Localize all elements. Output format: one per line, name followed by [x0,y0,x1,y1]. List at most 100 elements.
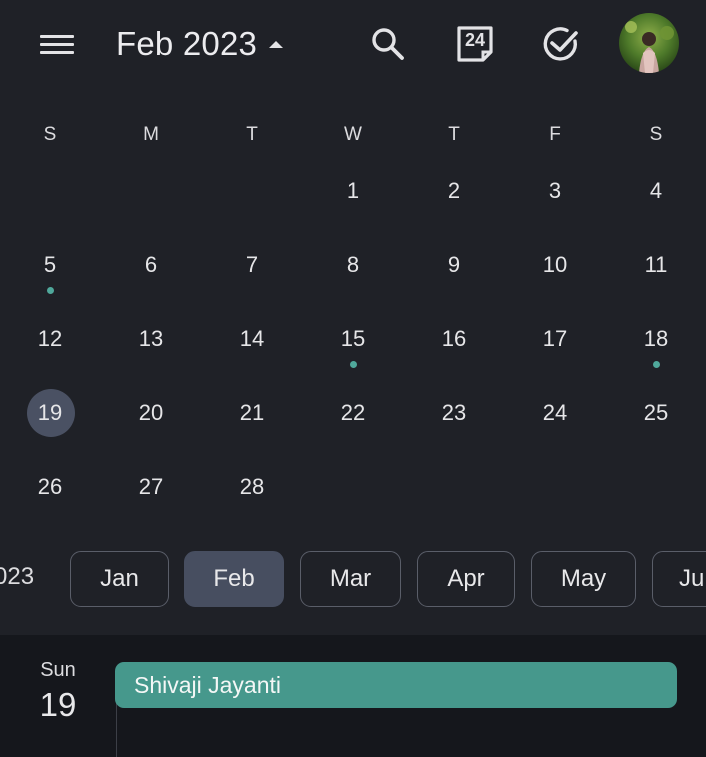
day-number: 2 [447,178,461,203]
day-number: 4 [649,178,663,203]
day-cell[interactable]: 24 [525,377,585,437]
day-cell[interactable]: 18 [626,303,686,368]
weekday-label: S [43,124,57,145]
day-cell[interactable]: 1 [323,155,383,215]
day-number: 8 [346,252,360,277]
day-number: 23 [441,400,467,425]
hamburger-menu-icon [40,35,74,38]
hamburger-menu-icon-line [40,43,74,46]
day-cell[interactable]: 10 [525,229,585,289]
day-number: 9 [447,252,461,277]
weekday-label: S [649,124,663,145]
day-number: 26 [37,474,63,499]
day-number: 27 [138,474,164,499]
day-number: 7 [245,252,259,277]
weekday-label: M [143,124,159,145]
month-chip-may[interactable]: May [531,551,636,607]
day-cell[interactable]: 5 [20,229,80,294]
day-cell[interactable]: 21 [222,377,282,437]
day-cell[interactable]: 4 [626,155,686,215]
top-app-bar: Feb 2023 24 [0,0,706,88]
day-number: 14 [239,326,265,351]
hamburger-menu-icon-line [40,51,74,54]
day-cell[interactable]: 16 [424,303,484,363]
day-cell[interactable]: 22 [323,377,383,437]
agenda-day-number: 19 [39,686,77,723]
month-chip-mar[interactable]: Mar [300,551,401,607]
month-chip-label: Apr [447,565,485,592]
day-cell[interactable]: 2 [424,155,484,215]
day-cell[interactable]: 15 [323,303,383,368]
caret-up-icon [269,40,284,48]
weekday-header: SMTWTFS [0,124,706,152]
day-cell[interactable]: 28 [222,451,282,511]
check-circle-icon [543,27,578,61]
weekday-label: F [549,124,561,145]
event-indicator-dot [47,287,54,294]
day-number: 10 [542,252,568,277]
agenda-weekday: Sun [40,659,76,681]
search-icon [372,28,404,60]
day-cell[interactable]: 8 [323,229,383,289]
month-chip-jan[interactable]: Jan [70,551,169,607]
today-button[interactable]: 24 [453,22,497,66]
event-indicator-dot [350,361,357,368]
agenda-panel: Sun 19 Shivaji Jayanti [0,635,706,757]
day-cell[interactable]: 14 [222,303,282,363]
day-cell[interactable]: 11 [626,229,686,289]
day-cell[interactable]: 12 [20,303,80,363]
month-chip-apr[interactable]: Apr [417,551,515,607]
month-picker-toggle[interactable]: Feb 2023 [116,22,284,66]
agenda-date[interactable]: Sun 19 [30,659,86,724]
day-cell[interactable]: 17 [525,303,585,363]
day-cell[interactable]: 25 [626,377,686,437]
day-number: 3 [548,178,562,203]
day-number: 6 [144,252,158,277]
day-number: 28 [239,474,265,499]
month-chip-label: Mar [329,565,372,592]
month-chip-ju[interactable]: Ju [652,551,706,607]
day-cell[interactable]: 6 [121,229,181,289]
day-cell[interactable]: 26 [20,451,80,511]
event-indicator-dot [653,361,660,368]
day-cell[interactable]: 3 [525,155,585,215]
avatar[interactable] [619,13,679,73]
day-cell[interactable]: 27 [121,451,181,511]
day-number: 19 [37,400,63,425]
menu-button[interactable] [38,28,78,60]
day-cell[interactable]: 9 [424,229,484,289]
day-number: 12 [37,326,63,351]
day-cell-selected[interactable]: 19 [20,377,80,437]
day-cell[interactable]: 7 [222,229,282,289]
month-chip-label: Ju [679,565,705,592]
day-number: 25 [643,400,669,425]
month-strip: 023 Jan Feb Mar Apr May Ju [0,549,706,609]
weekday-label: T [448,124,460,145]
today-badge: 24 [464,30,486,50]
month-chip-feb[interactable]: Feb [184,551,284,607]
month-chip-label: Feb [213,565,255,592]
page-title: Feb 2023 [116,25,258,62]
day-cell[interactable]: 13 [121,303,181,363]
day-number: 20 [138,400,164,425]
day-number: 21 [239,400,265,425]
avatar-image [619,13,679,73]
day-cell[interactable]: 20 [121,377,181,437]
day-number: 24 [542,400,568,425]
day-cell[interactable]: 23 [424,377,484,437]
day-number: 13 [138,326,164,351]
weekday-label: W [344,124,362,145]
event-title: Shivaji Jayanti [134,671,282,698]
day-number: 1 [346,178,360,203]
weekday-label: T [246,124,258,145]
year-fragment: 023 [0,563,35,590]
month-chip-label: May [560,565,607,592]
event-chip[interactable]: Shivaji Jayanti [115,662,677,708]
day-number: 22 [340,400,366,425]
month-chip-label: Jan [100,565,139,592]
day-number: 11 [644,252,668,277]
search-button[interactable] [366,22,410,66]
day-number: 16 [441,326,467,351]
tasks-button[interactable] [539,22,583,66]
day-number: 17 [542,326,568,351]
